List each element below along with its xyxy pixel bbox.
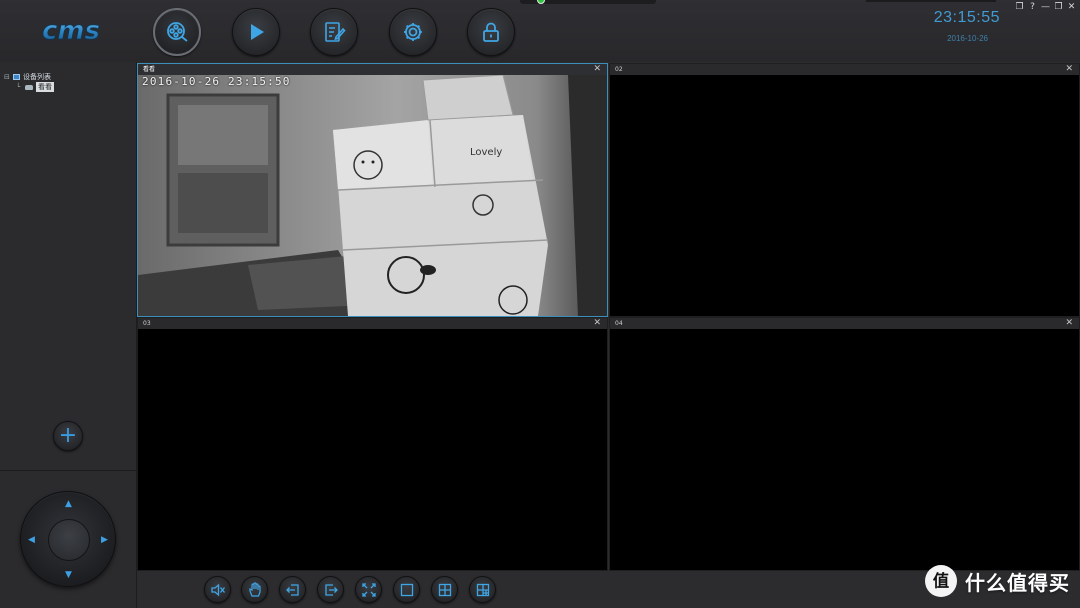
top-strip: [866, 0, 996, 2]
layout-quad-button[interactable]: [431, 576, 458, 603]
close-icon[interactable]: ✕: [1065, 318, 1073, 329]
tree-root-device-list[interactable]: ⊟ 设备列表: [4, 72, 54, 82]
video-feed[interactable]: Lovely 2016-10-26 23:15:50: [138, 75, 607, 316]
export-left-icon: [285, 583, 299, 596]
ptz-left-arrow-icon[interactable]: ◀: [28, 536, 35, 545]
connection-indicator: [520, 0, 656, 4]
device-tree: ⊟ 设备列表 └ 看看: [4, 72, 54, 92]
video-pane-3[interactable]: 03 ✕: [137, 317, 608, 571]
pane-header: 03 ✕: [138, 318, 607, 329]
sidebar-divider: [0, 470, 137, 471]
film-reel-icon: [167, 22, 188, 42]
tree-root-label: 设备列表: [23, 73, 51, 81]
video-feed-empty[interactable]: [610, 75, 1079, 316]
log-button[interactable]: [310, 8, 358, 56]
close-icon[interactable]: ✕: [593, 318, 601, 329]
close-icon[interactable]: ✕: [1067, 2, 1076, 12]
ptz-up-arrow-icon[interactable]: ▲: [65, 500, 72, 509]
video-feed-empty[interactable]: [610, 329, 1079, 570]
live-view-button[interactable]: [153, 8, 201, 56]
minimize-icon[interactable]: —: [1041, 2, 1050, 12]
play-icon: [251, 24, 264, 40]
pane-header: 02 ✕: [610, 64, 1079, 75]
lock-icon: [483, 22, 499, 42]
pane-title: 看看: [143, 66, 156, 73]
help-icon[interactable]: ?: [1028, 2, 1037, 12]
ptz-down-arrow-icon[interactable]: ▼: [65, 571, 72, 580]
ptz-hand-button[interactable]: [241, 576, 268, 603]
sidebar: ⊟ 设备列表 └ 看看 + ▲ ▼ ◀ ▶: [0, 62, 137, 608]
watermark-text: 什么值得买: [965, 570, 1070, 595]
video-pane-1[interactable]: 看看 ✕ Lovely 2016-10-26 23:15:50: [137, 63, 608, 317]
export-right-icon: [324, 583, 338, 596]
layout-1-icon: [400, 583, 413, 596]
mute-button[interactable]: [204, 576, 231, 603]
edit-note-icon: [325, 22, 346, 42]
status-dot: [537, 0, 545, 4]
playback-button[interactable]: [232, 8, 280, 56]
pane-title: 02: [615, 66, 623, 73]
fullscreen-button[interactable]: [355, 576, 382, 603]
svg-text:Lovely: Lovely: [470, 147, 502, 158]
camera-image: Lovely: [138, 75, 607, 316]
pane-header: 看看 ✕: [138, 64, 607, 75]
tree-item-camera[interactable]: └ 看看: [4, 82, 54, 92]
top-bar: cms 23:15:55 2016-10-26 ❐ ? — ❐ ✕: [0, 0, 1080, 62]
add-device-button[interactable]: +: [53, 421, 83, 451]
pane-header: 04 ✕: [610, 318, 1079, 329]
osd-timestamp: 2016-10-26 23:15:50: [142, 75, 291, 88]
cms-logo: cms: [42, 16, 101, 46]
layout-4-icon: [438, 583, 451, 596]
cms-client-window: cms 23:15:55 2016-10-26 ❐ ? — ❐ ✕ ⊟ 设备列表…: [0, 0, 1080, 608]
device-group-icon: [13, 74, 20, 80]
fullscreen-icon: [361, 582, 376, 597]
video-pane-2[interactable]: 02 ✕: [609, 63, 1080, 317]
export-right-button[interactable]: [317, 576, 344, 603]
close-icon[interactable]: ✕: [593, 64, 601, 75]
video-feed-empty[interactable]: [138, 329, 607, 570]
settings-button[interactable]: [389, 8, 437, 56]
tree-item-label: 看看: [36, 82, 54, 92]
pane-title: 03: [143, 320, 151, 327]
pane-title: 04: [615, 320, 623, 327]
lock-button[interactable]: [467, 8, 515, 56]
layout-single-button[interactable]: [393, 576, 420, 603]
ptz-center-button[interactable]: [48, 519, 90, 561]
ptz-right-arrow-icon[interactable]: ▶: [101, 536, 108, 545]
collapse-toggle-icon[interactable]: ⊟: [4, 73, 10, 81]
hand-icon: [248, 581, 261, 597]
close-icon[interactable]: ✕: [1065, 64, 1073, 75]
layout-custom-icon: [476, 583, 489, 596]
export-left-button[interactable]: [279, 576, 306, 603]
mute-speaker-icon: [210, 583, 225, 596]
svg-text:值: 值: [933, 572, 949, 591]
video-grid: 看看 ✕ Lovely 2016-10-26 23:15:50 02 ✕ 03 …: [137, 63, 1080, 572]
skin-icon[interactable]: ❐: [1015, 2, 1024, 12]
svg-text:cms: cms: [42, 16, 100, 46]
ptz-control: ▲ ▼ ◀ ▶: [20, 491, 116, 587]
gear-icon: [404, 23, 422, 41]
layout-custom-button[interactable]: [469, 576, 496, 603]
video-pane-4[interactable]: 04 ✕: [609, 317, 1080, 571]
clock-time: 23:15:55: [933, 9, 1000, 26]
watermark: 值 什么值得买: [925, 565, 1070, 597]
tree-branch-line-icon: └: [16, 83, 21, 91]
clock-date: 2016-10-26: [947, 34, 988, 43]
watermark-logo-icon: 值: [925, 565, 957, 597]
camera-icon: [25, 84, 33, 90]
window-controls: ❐ ? — ❐ ✕: [1015, 2, 1076, 12]
restore-icon[interactable]: ❐: [1054, 2, 1063, 12]
